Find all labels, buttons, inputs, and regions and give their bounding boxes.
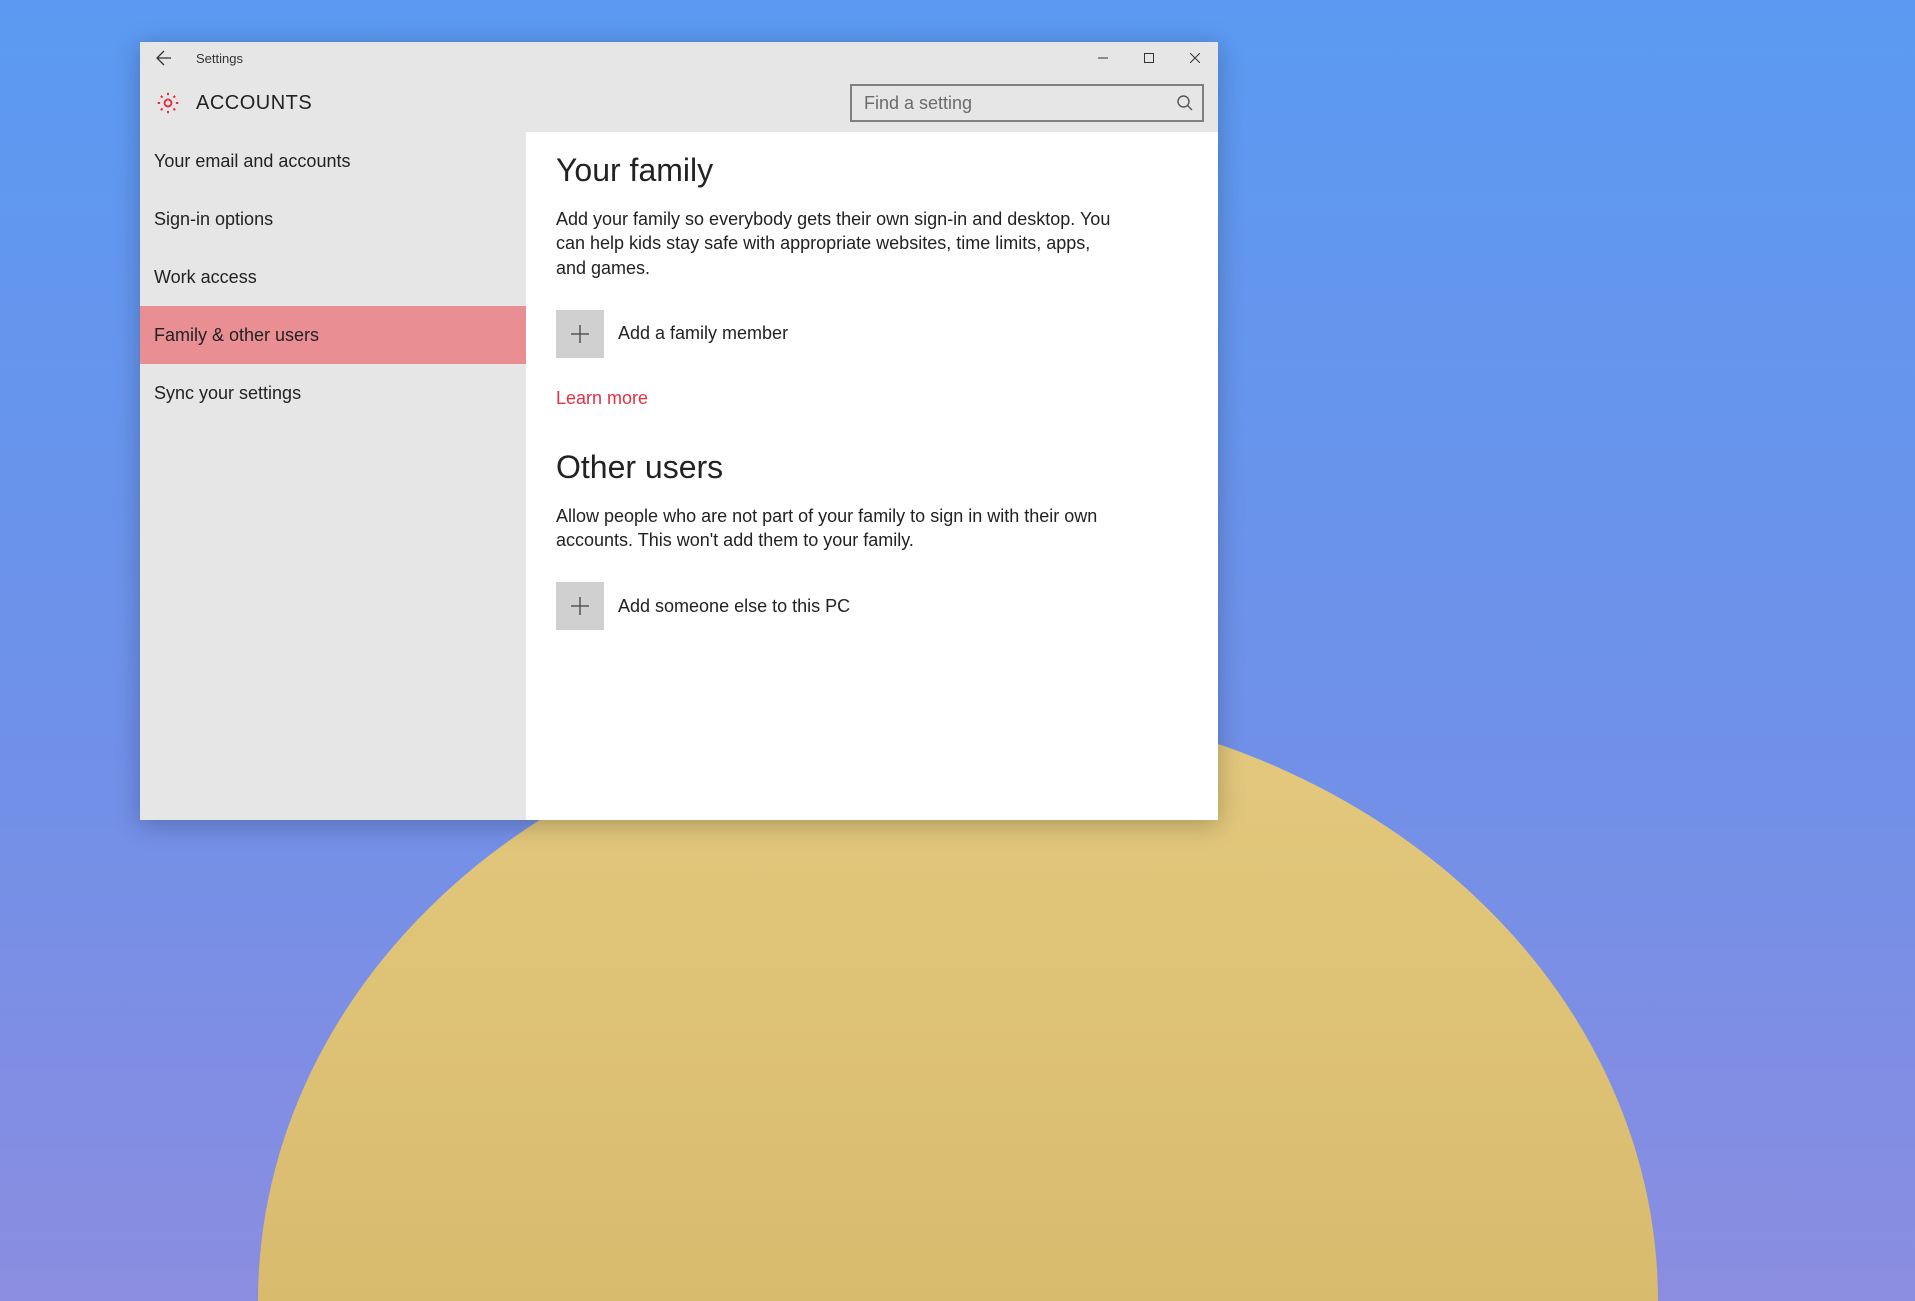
sidebar-item-label: Sync your settings bbox=[154, 383, 301, 404]
gear-icon bbox=[154, 89, 182, 117]
sidebar-item-label: Work access bbox=[154, 267, 257, 288]
sidebar-item-label: Sign-in options bbox=[154, 209, 273, 230]
add-other-user-label: Add someone else to this PC bbox=[618, 596, 850, 617]
sidebar-item-label: Your email and accounts bbox=[154, 151, 350, 172]
titlebar: Settings bbox=[140, 42, 1218, 74]
minimize-icon bbox=[1098, 53, 1108, 63]
other-users-title: Other users bbox=[556, 449, 1188, 486]
page-heading: ACCOUNTS bbox=[196, 92, 312, 115]
search-icon bbox=[1176, 94, 1194, 112]
plus-icon bbox=[570, 324, 590, 344]
back-button[interactable] bbox=[140, 42, 188, 74]
header-row: ACCOUNTS bbox=[140, 74, 1218, 132]
close-button[interactable] bbox=[1172, 42, 1218, 74]
sidebar-item-email-accounts[interactable]: Your email and accounts bbox=[140, 132, 526, 190]
sidebar-item-sync-settings[interactable]: Sync your settings bbox=[140, 364, 526, 422]
maximize-button[interactable] bbox=[1126, 42, 1172, 74]
sidebar: Your email and accounts Sign-in options … bbox=[140, 132, 526, 820]
sidebar-item-work-access[interactable]: Work access bbox=[140, 248, 526, 306]
sidebar-item-signin-options[interactable]: Sign-in options bbox=[140, 190, 526, 248]
other-users-description: Allow people who are not part of your fa… bbox=[556, 504, 1116, 553]
learn-more-link[interactable]: Learn more bbox=[556, 388, 648, 409]
plus-icon-box bbox=[556, 582, 604, 630]
your-family-title: Your family bbox=[556, 152, 1188, 189]
search-input[interactable] bbox=[850, 84, 1204, 122]
add-family-member-label: Add a family member bbox=[618, 323, 788, 344]
window-controls bbox=[1080, 42, 1218, 74]
search-container bbox=[850, 84, 1204, 122]
back-arrow-icon bbox=[156, 50, 172, 66]
plus-icon-box bbox=[556, 310, 604, 358]
add-family-member-button[interactable]: Add a family member bbox=[556, 310, 1188, 358]
close-icon bbox=[1190, 53, 1200, 63]
add-other-user-button[interactable]: Add someone else to this PC bbox=[556, 582, 1188, 630]
sidebar-item-label: Family & other users bbox=[154, 325, 319, 346]
your-family-description: Add your family so everybody gets their … bbox=[556, 207, 1116, 280]
body-row: Your email and accounts Sign-in options … bbox=[140, 132, 1218, 820]
sidebar-item-family-other-users[interactable]: Family & other users bbox=[140, 306, 526, 364]
app-title: Settings bbox=[196, 51, 243, 66]
settings-window: Settings ACCOUNTS bbox=[140, 42, 1218, 820]
minimize-button[interactable] bbox=[1080, 42, 1126, 74]
content-pane: Your family Add your family so everybody… bbox=[526, 132, 1218, 820]
plus-icon bbox=[570, 596, 590, 616]
maximize-icon bbox=[1144, 53, 1154, 63]
